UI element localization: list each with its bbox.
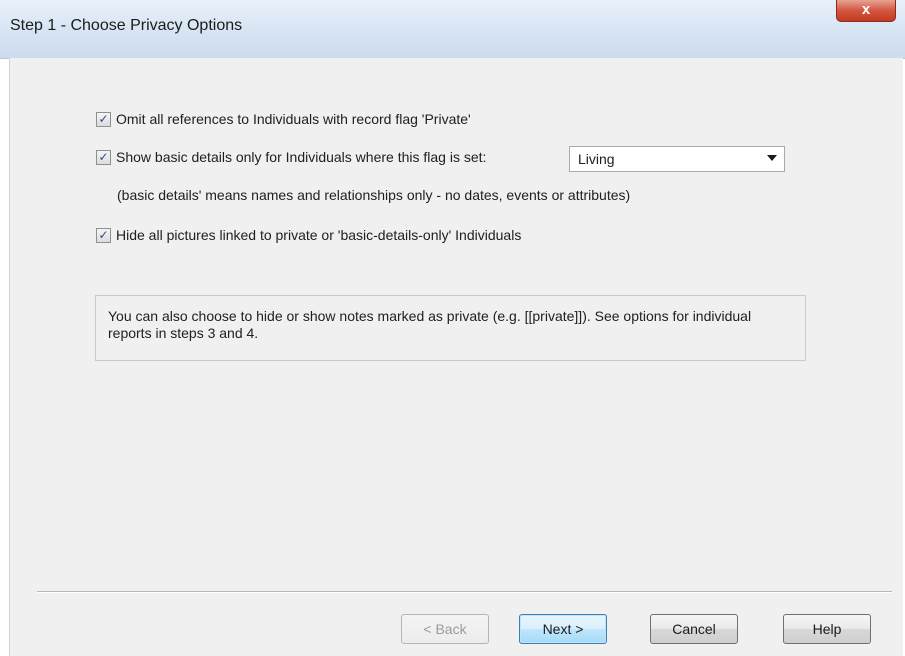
basic-details-note-text: (basic details' means names and relation… xyxy=(117,187,631,203)
flag-select-value: Living xyxy=(578,151,615,167)
help-button[interactable]: Help xyxy=(783,614,871,644)
omit-private-label: Omit all references to Individuals with … xyxy=(116,111,471,127)
flag-select[interactable]: Living xyxy=(569,146,785,172)
omit-private-checkbox[interactable]: ✓ xyxy=(96,111,111,127)
private-notes-info-box: You can also choose to hide or show note… xyxy=(95,295,806,361)
cancel-button[interactable]: Cancel xyxy=(650,614,738,644)
show-basic-label: Show basic details only for Individuals … xyxy=(116,149,487,165)
dialog-body: ✓ Omit all references to Individuals wit… xyxy=(9,58,903,656)
back-button[interactable]: < Back xyxy=(401,614,489,644)
show-basic-option[interactable]: ✓ Show basic details only for Individual… xyxy=(96,149,486,165)
checkmark-icon: ✓ xyxy=(98,149,109,164)
show-basic-checkbox[interactable]: ✓ xyxy=(96,149,111,165)
checkmark-icon: ✓ xyxy=(98,111,109,126)
hide-pictures-option[interactable]: ✓ Hide all pictures linked to private or… xyxy=(96,227,521,243)
close-button[interactable]: x xyxy=(836,0,896,22)
basic-details-note: (basic details' means names and relation… xyxy=(117,187,630,203)
close-icon: x xyxy=(861,1,871,18)
footer-separator xyxy=(37,591,892,593)
hide-pictures-checkbox[interactable]: ✓ xyxy=(96,227,111,243)
checkmark-icon: ✓ xyxy=(98,227,109,242)
title-bar: Step 1 - Choose Privacy Options x xyxy=(0,0,905,59)
next-button[interactable]: Next > xyxy=(519,614,607,644)
private-notes-info-text: You can also choose to hide or show note… xyxy=(108,308,752,341)
chevron-down-icon xyxy=(767,155,777,161)
window-title: Step 1 - Choose Privacy Options xyxy=(10,17,243,34)
wizard-window: Step 1 - Choose Privacy Options x ✓ Omit… xyxy=(0,0,905,656)
omit-private-option[interactable]: ✓ Omit all references to Individuals wit… xyxy=(96,111,471,127)
hide-pictures-label: Hide all pictures linked to private or '… xyxy=(116,227,522,243)
